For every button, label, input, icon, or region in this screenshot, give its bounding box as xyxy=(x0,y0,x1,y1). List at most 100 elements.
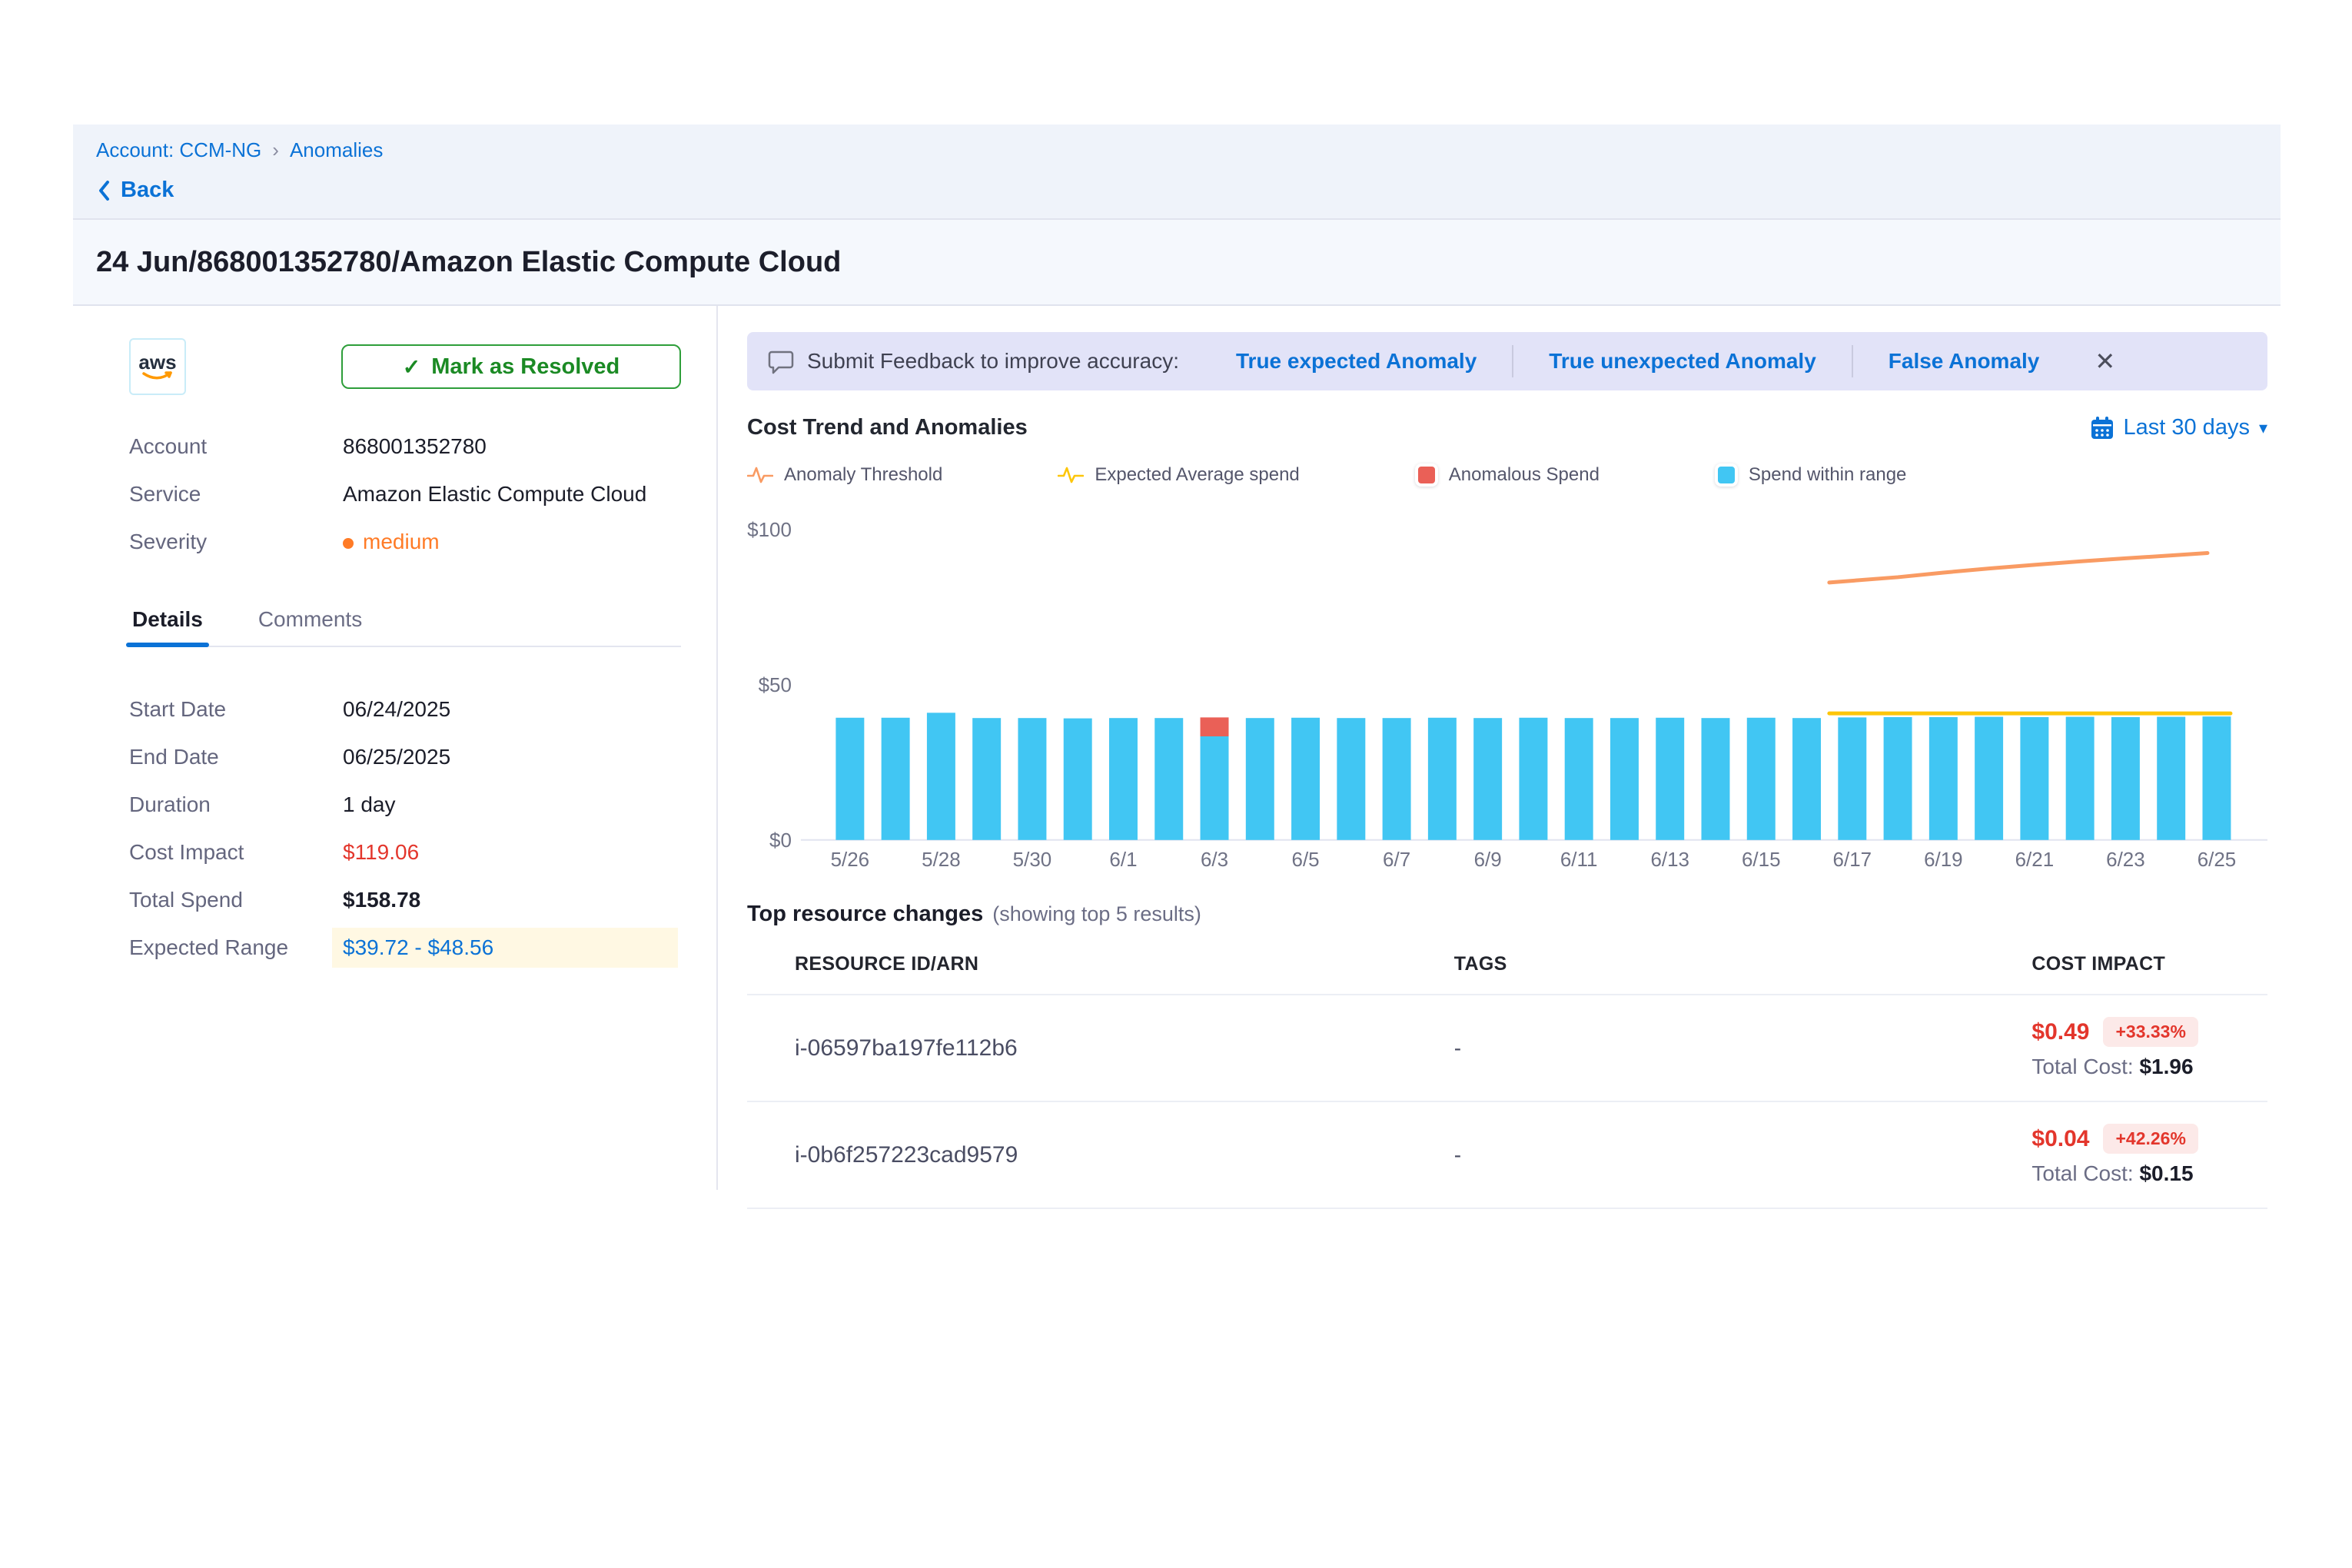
cost-impact-cell: $0.49+33.33%Total Cost: $1.96 xyxy=(2031,1017,2267,1079)
bar-6/7 xyxy=(1383,718,1411,840)
field-label: Start Date xyxy=(129,697,343,722)
bar-6/12 xyxy=(1610,718,1639,840)
y-tick-label: $50 xyxy=(759,673,792,696)
bar-6/15 xyxy=(1747,718,1776,840)
cost-impact-cell: $0.04+42.26%Total Cost: $0.15 xyxy=(2031,1124,2267,1186)
x-tick-label: 6/15 xyxy=(1742,848,1781,871)
table-header-row: RESOURCE ID/ARNTAGSCOST IMPACT xyxy=(747,945,2267,995)
bar-5/27 xyxy=(882,718,910,840)
cost-trend-chart[interactable]: $0$50$1005/265/285/306/16/36/56/76/96/11… xyxy=(747,502,2267,875)
pulse-line-icon xyxy=(747,465,773,485)
impact-percent-badge: +33.33% xyxy=(2103,1017,2198,1047)
x-tick-label: 5/26 xyxy=(831,848,870,871)
table-row[interactable]: i-0b6f257223cad9579-$0.04+42.26%Total Co… xyxy=(747,1102,2267,1209)
breadcrumb-anomalies-link[interactable]: Anomalies xyxy=(290,138,383,162)
bar-6/1 xyxy=(1109,718,1138,840)
y-tick-label: $0 xyxy=(769,829,792,852)
bar-6/4 xyxy=(1246,718,1274,840)
close-icon[interactable]: ✕ xyxy=(2095,349,2115,374)
column-header-tags: TAGS xyxy=(1454,953,2032,975)
legend-item-spend-within-range[interactable]: Spend within range xyxy=(1715,463,1906,487)
field-value: $158.78 xyxy=(343,888,420,912)
field-label: Duration xyxy=(129,792,343,817)
column-header-cost-impact: COST IMPACT xyxy=(2031,953,2267,975)
chart-legend: Anomaly Threshold Expected Average spend A… xyxy=(747,463,2267,487)
resource-id[interactable]: i-06597ba197fe112b6 xyxy=(747,1035,1454,1061)
top-resource-changes-table: RESOURCE ID/ARNTAGSCOST IMPACTi-06597ba1… xyxy=(747,945,2267,1209)
bar-6/23 xyxy=(2111,717,2140,840)
detail-row-end-date: End Date06/25/2025 xyxy=(129,733,681,781)
tab-details[interactable]: Details xyxy=(129,607,206,646)
top-resource-changes-title: Top resource changes (showing top 5 resul… xyxy=(747,902,2267,927)
mark-as-resolved-button[interactable]: ✓ Mark as Resolved xyxy=(341,344,681,389)
legend-square-icon xyxy=(1715,463,1738,487)
x-tick-label: 6/11 xyxy=(1560,848,1598,871)
field-value: 06/25/2025 xyxy=(343,745,450,769)
bar-6/16 xyxy=(1792,718,1821,840)
caret-down-icon: ▾ xyxy=(2259,418,2267,438)
feedback-option-true-unexpected-anomaly[interactable]: True unexpected Anomaly xyxy=(1513,349,1852,374)
chart-title: Cost Trend and Anomalies xyxy=(747,415,1028,440)
date-range-selector[interactable]: Last 30 days ▾ xyxy=(2090,415,2268,440)
x-tick-label: 5/28 xyxy=(922,848,961,871)
resources-subtitle: (showing top 5 results) xyxy=(992,902,1201,925)
table-row[interactable]: i-06597ba197fe112b6-$0.49+33.33%Total Co… xyxy=(747,995,2267,1102)
anomaly-chart-panel: Submit Feedback to improve accuracy: Tru… xyxy=(718,306,2281,1209)
impact-amount: $0.04 xyxy=(2031,1126,2089,1152)
x-tick-label: 6/17 xyxy=(1833,848,1872,871)
tab-comments[interactable]: Comments xyxy=(255,607,365,646)
anomaly-summary-panel: aws ✓ Mark as Resolved Account8680013527… xyxy=(73,306,716,1209)
legend-label: Spend within range xyxy=(1749,464,1906,486)
legend-item-anomalous-spend[interactable]: Anomalous Spend xyxy=(1415,463,1600,487)
back-button[interactable]: Back xyxy=(96,178,2281,203)
feedback-prompt: Submit Feedback to improve accuracy: xyxy=(807,349,1179,374)
total-cost-line: Total Cost: $1.96 xyxy=(2031,1055,2267,1079)
bar-6/14 xyxy=(1702,718,1730,840)
field-value: medium xyxy=(343,530,440,554)
summary-field-severity: Severitymedium xyxy=(129,518,681,566)
resource-id[interactable]: i-0b6f257223cad9579 xyxy=(747,1142,1454,1168)
x-tick-label: 6/13 xyxy=(1650,848,1689,871)
breadcrumb: Account: CCM-NG › Anomalies xyxy=(96,138,2281,162)
column-header-resource-id-arn: RESOURCE ID/ARN xyxy=(747,953,1454,975)
field-label: Account xyxy=(129,434,343,459)
field-label: Expected Range xyxy=(129,935,343,960)
x-tick-label: 6/23 xyxy=(2106,848,2145,871)
back-label: Back xyxy=(121,178,174,203)
detail-row-total-spend: Total Spend$158.78 xyxy=(129,876,681,924)
bar-6/13 xyxy=(1656,718,1684,840)
x-tick-label: 6/7 xyxy=(1383,848,1410,871)
resources-title-text: Top resource changes xyxy=(747,902,983,926)
bar-5/29 xyxy=(972,718,1001,840)
feedback-option-false-anomaly[interactable]: False Anomaly xyxy=(1853,349,2075,374)
tabs: Details Comments xyxy=(129,607,681,647)
feedback-option-true-expected-anomaly[interactable]: True expected Anomaly xyxy=(1201,349,1512,374)
field-value: $39.72 - $48.56 xyxy=(332,928,678,968)
summary-field-service: ServiceAmazon Elastic Compute Cloud xyxy=(129,470,681,518)
legend-label: Anomalous Spend xyxy=(1449,464,1600,486)
bar-6/6 xyxy=(1337,718,1365,840)
x-tick-label: 6/19 xyxy=(1924,848,1963,871)
total-cost-value: $1.96 xyxy=(2139,1055,2193,1078)
bar-6/3 xyxy=(1201,736,1229,840)
breadcrumb-bar: Account: CCM-NG › Anomalies Back xyxy=(73,125,2281,220)
detail-row-cost-impact: Cost Impact$119.06 xyxy=(129,829,681,876)
bar-6/9 xyxy=(1473,718,1502,840)
breadcrumb-account-link[interactable]: Account: CCM-NG xyxy=(96,138,261,162)
bar-6/24 xyxy=(2157,717,2185,840)
bar-6/10 xyxy=(1519,718,1547,840)
legend-item-anomaly-threshold[interactable]: Anomaly Threshold xyxy=(747,464,942,486)
field-value: $119.06 xyxy=(343,840,419,865)
feedback-options: True expected AnomalyTrue unexpected Ano… xyxy=(1201,345,2075,377)
anomaly-detail-fields: Start Date06/24/2025End Date06/25/2025Du… xyxy=(129,686,681,972)
detail-row-duration: Duration1 day xyxy=(129,781,681,829)
legend-item-expected-average-spend[interactable]: Expected Average spend xyxy=(1058,464,1299,486)
field-value: 868001352780 xyxy=(343,434,487,459)
bar-6/25 xyxy=(2202,716,2231,840)
check-icon: ✓ xyxy=(403,354,420,380)
page-title: 24 Jun/868001352780/Amazon Elastic Compu… xyxy=(96,246,841,279)
field-label: End Date xyxy=(129,745,343,769)
bar-6/17 xyxy=(1838,717,1866,839)
x-tick-label: 6/3 xyxy=(1201,848,1228,871)
bar-6/11 xyxy=(1565,718,1593,840)
